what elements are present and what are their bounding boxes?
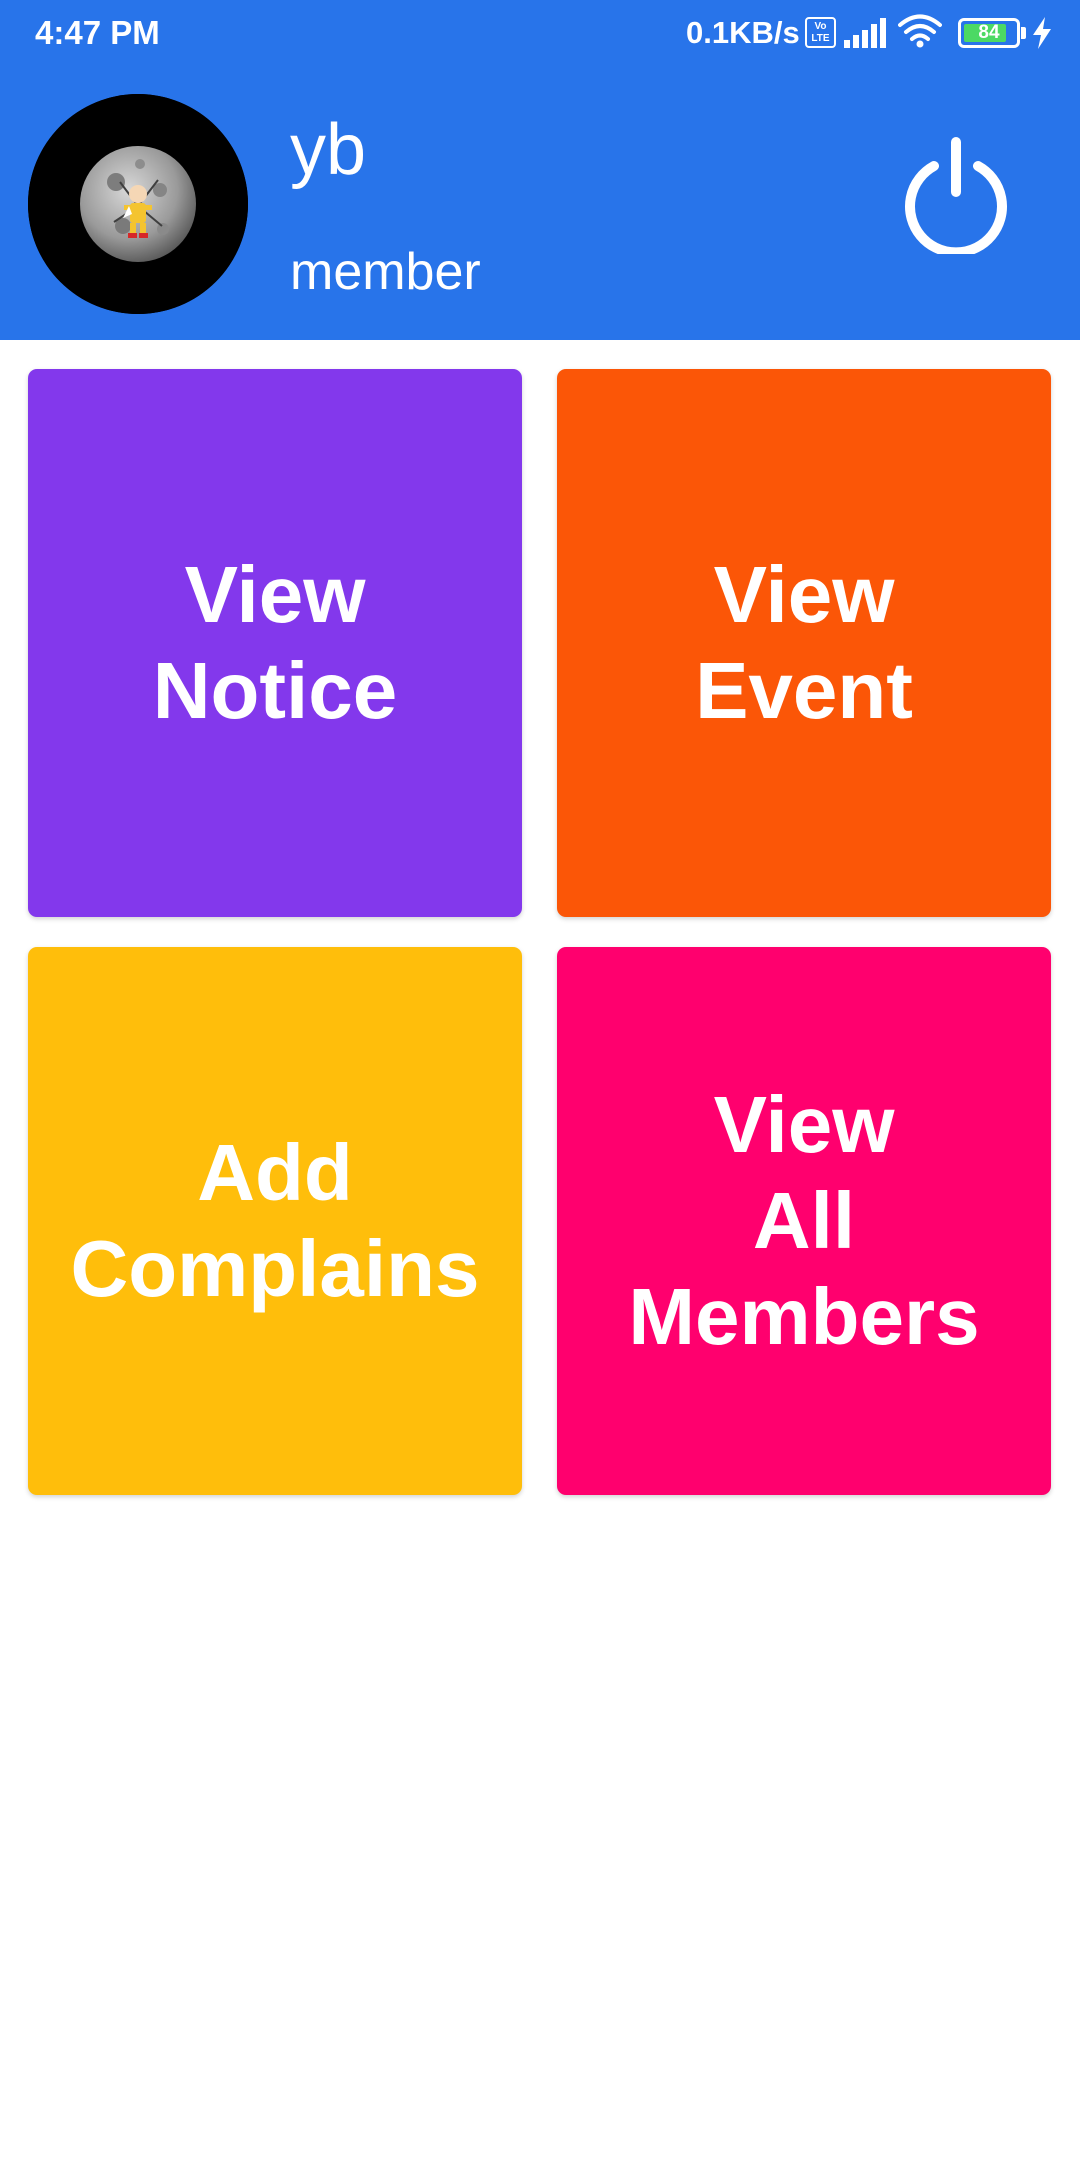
view-notice-tile[interactable]: View Notice	[28, 369, 522, 917]
home-screen: 4:47 PM 0.1KB/s Vo LTE 84 yb member View…	[0, 0, 1080, 2160]
status-time: 4:47 PM	[35, 14, 160, 51]
moon-character-avatar-icon	[28, 94, 248, 314]
network-speed: 0.1KB/s	[686, 15, 800, 50]
view-notice-label: View Notice	[152, 550, 398, 735]
status-bar: 4:47 PM 0.1KB/s Vo LTE 84	[0, 0, 1080, 66]
battery-cap	[1021, 27, 1026, 39]
power-icon	[905, 137, 1007, 258]
add-complains-label: Add Complains	[70, 1128, 480, 1313]
view-all-members-tile[interactable]: View All Members	[557, 947, 1051, 1495]
view-event-tile[interactable]: View Event	[557, 369, 1051, 917]
add-complains-tile[interactable]: Add Complains	[28, 947, 522, 1495]
user-role: member	[290, 243, 481, 301]
battery-level: 84	[978, 22, 1000, 43]
view-event-label: View Event	[695, 550, 913, 735]
user-name: yb	[290, 110, 367, 190]
header-area: 4:47 PM 0.1KB/s Vo LTE 84 yb member	[0, 0, 1080, 340]
avatar[interactable]	[28, 94, 248, 314]
battery-icon: 84	[958, 18, 1020, 48]
charging-bolt-icon	[1033, 17, 1051, 49]
wifi-icon	[898, 14, 942, 48]
logout-button[interactable]	[896, 134, 1016, 258]
signal-icon	[844, 18, 886, 48]
view-all-members-label: View All Members	[628, 1080, 980, 1361]
volte-icon: Vo LTE	[805, 17, 836, 48]
